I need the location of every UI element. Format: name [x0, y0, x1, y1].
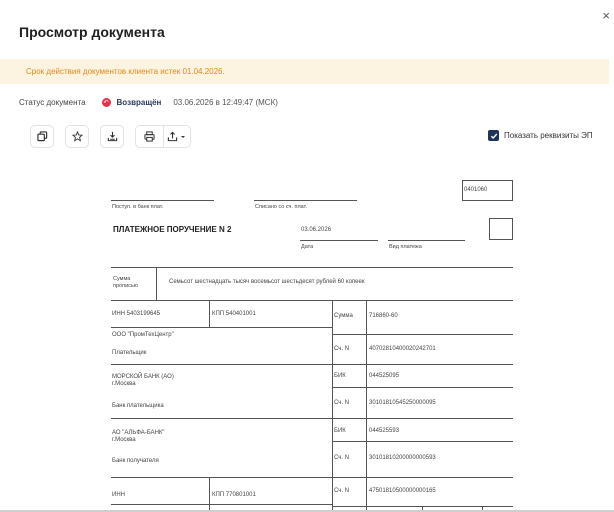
export-icon [168, 131, 178, 142]
download-icon [107, 131, 117, 142]
payee-bank-city: г.Москва [112, 437, 136, 443]
alert-text: Срок действия документов клиента истек 0… [26, 67, 225, 76]
show-ep-label: Показать реквизиты ЭП [504, 131, 593, 140]
amount-words-label-1: Сумма [113, 276, 131, 282]
returned-status-icon: ↶ [101, 97, 111, 107]
payer-bank-account-label: Сч. N [334, 400, 350, 406]
payer-kpp: КПП 540401001 [212, 311, 256, 317]
payee-kpp: КПП 770801001 [212, 492, 256, 498]
payer-bank-name: МОРСКОЙ БАНК (АО) [112, 374, 174, 380]
payment-type-label: Вид платежа [389, 244, 422, 250]
priority-box [489, 218, 513, 240]
star-icon [71, 131, 83, 142]
payee-bank-account: 30101810200000000593 [369, 455, 436, 461]
payer-account-label: Сч. N [334, 346, 350, 352]
amount-words: Семьсот шестнадцать тысяч восемьсот шест… [169, 279, 365, 285]
payer-account: 40702810400020242701 [369, 346, 436, 352]
copy-icon [36, 131, 47, 142]
payee-bank-account-label: Сч. N [334, 455, 350, 461]
form-code-box: 0401060 [462, 180, 513, 201]
payer-bik: 044525095 [369, 373, 400, 379]
payer-bank-city: г.Москва [112, 381, 136, 387]
payee-inn-label: ИНН [112, 492, 125, 498]
payee-bank-name: АО "АЛЬФА-БАНК" [112, 430, 165, 436]
payee-bank-label: Банк получателя [112, 458, 159, 464]
payee-bik: 044525593 [369, 428, 400, 434]
payer-label: Плательщик [112, 350, 147, 356]
payment-order-document: Поступ. в банк плат. Списано со сч. плат… [0, 160, 614, 512]
payee-account-label: Сч. N [334, 488, 350, 494]
close-icon[interactable]: × [602, 9, 610, 22]
payer-bank-account: 30101810545250000095 [369, 400, 436, 406]
payer-bank-label: Банк плательщика [112, 403, 164, 409]
sum-label: Сумма [334, 313, 353, 319]
debited-label: Списано со сч. плат. [255, 204, 308, 210]
status-label: Статус документа [19, 97, 86, 107]
status-value: Возвращён [116, 97, 162, 107]
show-ep-toggle[interactable]: Показать реквизиты ЭП [488, 130, 593, 141]
payer-inn: ИНН 5403199645 [112, 311, 161, 317]
print-button[interactable] [136, 126, 164, 147]
form-code: 0401060 [464, 187, 488, 193]
chevron-down-icon [181, 135, 186, 138]
date-value: 03.06.2026 [301, 227, 332, 233]
payee-bik-label: БИК [334, 428, 346, 434]
copy-button[interactable] [30, 125, 54, 148]
received-label: Поступ. в банк плат. [112, 204, 164, 210]
amount-words-label-2: прописью [113, 283, 138, 289]
expiry-alert: Срок действия документов клиента истек 0… [0, 59, 609, 84]
checkbox-checked-icon[interactable] [488, 130, 499, 141]
status-datetime: 03.06.2026 в 12:49:47 (МСК) [173, 97, 278, 107]
status-row: Статус документа ↶ Возвращён 03.06.2026 … [19, 96, 278, 108]
date-label: Дата [301, 244, 314, 250]
export-button[interactable] [164, 126, 191, 147]
download-button[interactable] [100, 125, 124, 148]
favorite-button[interactable] [65, 125, 89, 148]
document-title: ПЛАТЕЖНОЕ ПОРУЧЕНИЕ N 2 [113, 225, 232, 234]
print-icon [144, 131, 155, 142]
payer-name: ООО "ПромТехЦентр" [112, 332, 174, 338]
print-export-group [135, 125, 191, 148]
payer-bik-label: БИК [334, 373, 346, 379]
modal-title: Просмотр документа [19, 24, 165, 40]
payee-account: 47501810500000000165 [369, 488, 436, 494]
sum-value: 716860-60 [369, 313, 398, 319]
